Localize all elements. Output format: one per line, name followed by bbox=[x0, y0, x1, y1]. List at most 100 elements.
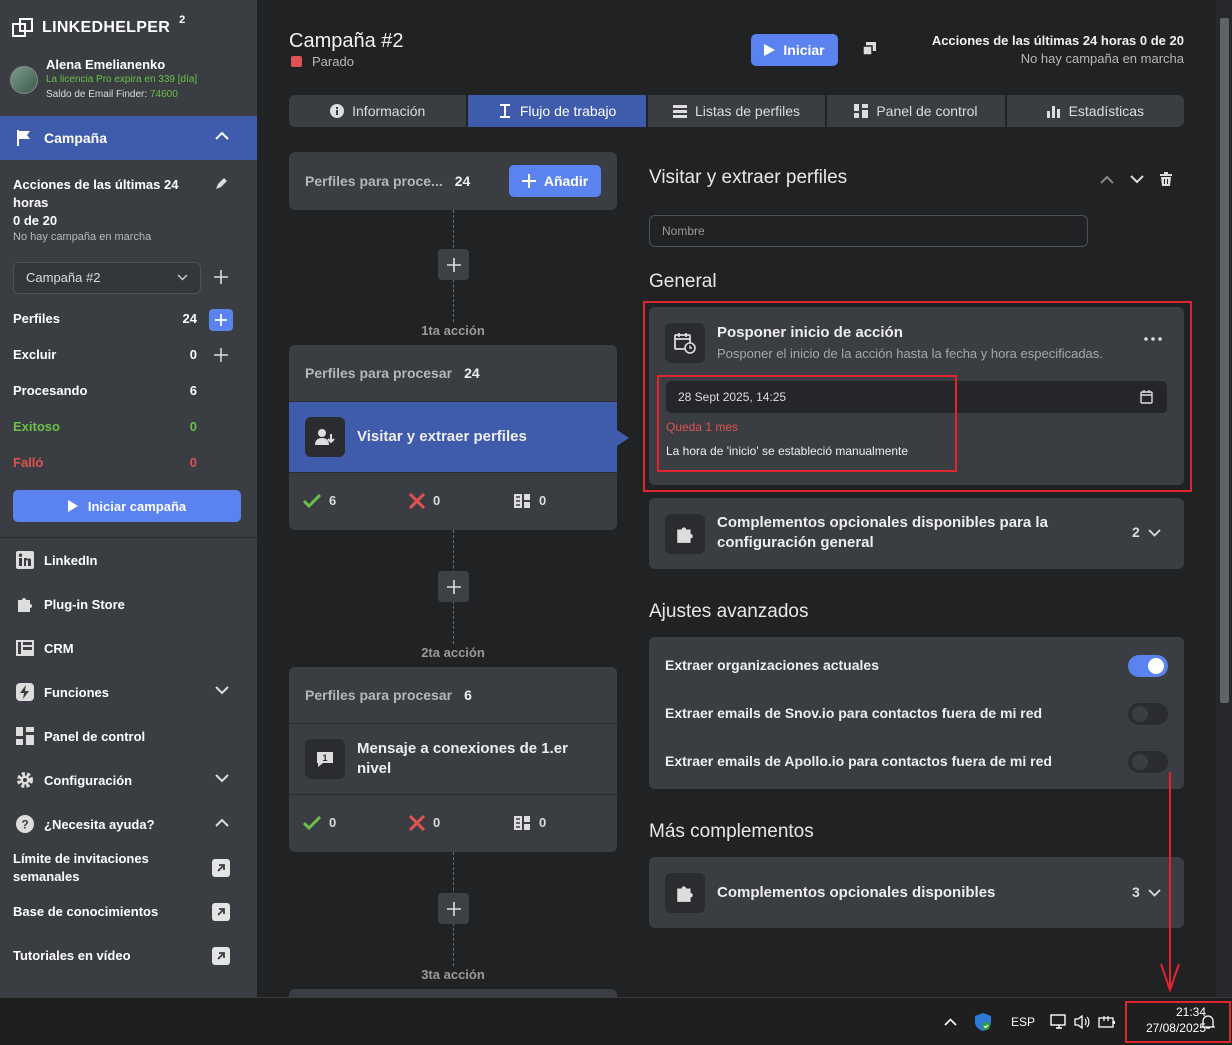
stat-exitoso: Exitoso 0 bbox=[13, 419, 197, 434]
nav-crm[interactable]: CRM bbox=[0, 626, 257, 670]
tab-flujo-trabajo[interactable]: Flujo de trabajo bbox=[468, 95, 646, 127]
more-plugins-heading: Más complementos bbox=[649, 821, 814, 842]
toggle-apollo-emails[interactable] bbox=[1128, 751, 1168, 773]
chevron-up-icon bbox=[215, 818, 229, 827]
pending-label: Perfiles para procesar bbox=[305, 687, 453, 703]
action-visit-extract[interactable]: Visitar y extraer perfiles bbox=[289, 401, 629, 473]
taskbar: ESP 21:34 27/08/2025 bbox=[0, 997, 1232, 1045]
plus-icon bbox=[446, 257, 461, 272]
campaign-section-label: Campaña bbox=[44, 130, 108, 146]
gear-icon bbox=[17, 772, 33, 788]
start-campaign-button[interactable]: Iniciar campaña bbox=[13, 490, 241, 522]
help-video-tutorials[interactable]: Tutoriales en vídeo bbox=[13, 947, 183, 965]
advanced-heading: Ajustes avanzados bbox=[649, 601, 809, 622]
nav-configuracion[interactable]: Configuración bbox=[0, 758, 257, 802]
toggle-row-organizations: Extraer organizaciones actuales bbox=[665, 655, 1168, 677]
pending-count: 6 bbox=[464, 687, 472, 703]
action-message-connections[interactable]: 1 Mensaje a conexiones de 1.er nivel bbox=[289, 723, 617, 795]
user-download-icon bbox=[305, 417, 345, 457]
optional-general-label: Complementos opcionales disponibles para… bbox=[717, 514, 1048, 551]
skipped-count: 0 bbox=[513, 493, 546, 509]
optional-general-panel[interactable]: Complementos opcionales disponibles para… bbox=[649, 498, 1184, 569]
svg-text:?: ? bbox=[21, 818, 28, 832]
action-card-1: Perfiles para procesar 24 Visitar y extra… bbox=[289, 345, 629, 530]
help-invitation-limit[interactable]: Límite de invitaciones semanales bbox=[13, 850, 183, 886]
svg-text:1: 1 bbox=[322, 753, 327, 763]
scrollbar-thumb[interactable] bbox=[1220, 18, 1229, 703]
advanced-panel: Extraer organizaciones actuales Extraer … bbox=[649, 637, 1184, 789]
x-icon bbox=[409, 492, 425, 509]
insert-action-button[interactable] bbox=[438, 249, 469, 280]
selection-pointer bbox=[617, 430, 629, 446]
stat-fallo: Falló 0 bbox=[13, 455, 197, 470]
trash-icon[interactable] bbox=[1160, 172, 1172, 186]
duplicate-icon[interactable] bbox=[862, 41, 877, 56]
chevron-down-icon bbox=[215, 774, 229, 783]
check-icon bbox=[303, 815, 321, 830]
external-link-icon[interactable] bbox=[212, 947, 230, 965]
action-name-input[interactable]: Nombre bbox=[649, 215, 1088, 247]
play-icon bbox=[764, 44, 776, 56]
network-icon[interactable] bbox=[1050, 1014, 1068, 1030]
highlight-box-clock bbox=[1125, 1001, 1231, 1043]
toggle-row-apollo: Extraer emails de Apollo.io para contact… bbox=[665, 751, 1168, 773]
chevron-up-icon bbox=[215, 131, 229, 140]
chevron-down-icon bbox=[215, 686, 229, 695]
nav-help[interactable]: ? ¿Necesita ayuda? bbox=[0, 802, 257, 846]
puzzle-icon bbox=[18, 598, 32, 612]
nav-linkedin[interactable]: LinkedIn bbox=[0, 538, 257, 582]
help-knowledge-base[interactable]: Base de conocimientos bbox=[13, 903, 183, 921]
user-name: Alena Emelianenko bbox=[46, 57, 166, 72]
step-label: 2ta acción bbox=[421, 645, 485, 660]
license-text: La licencia Pro expira en 339 [día] bbox=[46, 74, 198, 85]
campaign-select[interactable]: Campaña #2 bbox=[13, 262, 201, 294]
campaign-section-header[interactable]: Campaña bbox=[0, 116, 257, 160]
bar-chart-icon bbox=[1046, 106, 1060, 118]
add-profiles-button[interactable] bbox=[209, 309, 233, 331]
toggle-snov-emails[interactable] bbox=[1128, 703, 1168, 725]
security-shield-icon[interactable] bbox=[975, 1013, 991, 1031]
nav-funciones[interactable]: Funciones bbox=[0, 670, 257, 714]
tray-chevron-up-icon[interactable] bbox=[944, 1018, 957, 1026]
tab-informacion[interactable]: Información bbox=[289, 95, 467, 127]
actions-last-24h: Acciones de las últimas 24 horas 0 de 20 bbox=[13, 177, 179, 228]
plus-icon bbox=[446, 901, 461, 916]
chevron-up-icon[interactable] bbox=[1100, 175, 1114, 184]
start-button[interactable]: Iniciar bbox=[751, 34, 838, 66]
general-heading: General bbox=[649, 271, 717, 292]
plus-icon bbox=[446, 579, 461, 594]
action-card-2: Perfiles para procesar 6 1 Mensaje a cone… bbox=[289, 667, 617, 852]
chevron-down-icon[interactable] bbox=[1130, 174, 1144, 184]
nav-panel-control[interactable]: Panel de control bbox=[0, 714, 257, 758]
external-link-icon[interactable] bbox=[212, 859, 230, 877]
check-icon bbox=[303, 493, 321, 508]
optional-plugins-panel[interactable]: Complementos opcionales disponibles 3 bbox=[649, 857, 1184, 928]
logo-icon bbox=[12, 18, 33, 37]
external-link-icon[interactable] bbox=[212, 903, 230, 921]
no-campaign-running: No hay campaña en marcha bbox=[13, 231, 152, 243]
action-counts: 0 0 0 bbox=[289, 795, 617, 850]
insert-action-button[interactable] bbox=[438, 893, 469, 924]
tab-panel-control[interactable]: Panel de control bbox=[827, 95, 1005, 127]
language-indicator[interactable]: ESP bbox=[1011, 1015, 1035, 1029]
tab-estadisticas[interactable]: Estadísticas bbox=[1006, 95, 1185, 127]
nav-plugin-store[interactable]: Plug-in Store bbox=[0, 582, 257, 626]
add-campaign-icon[interactable] bbox=[213, 269, 229, 285]
toggle-row-snov: Extraer emails de Snov.io para contactos… bbox=[665, 703, 1168, 725]
toggle-extract-organizations[interactable] bbox=[1128, 655, 1168, 677]
edit-pencil-icon[interactable] bbox=[215, 177, 228, 190]
battery-icon[interactable] bbox=[1098, 1015, 1116, 1029]
success-count: 0 bbox=[303, 815, 336, 830]
add-exclude-icon[interactable] bbox=[214, 348, 228, 362]
step-label: 1ta acción bbox=[421, 323, 485, 338]
fail-count: 0 bbox=[409, 492, 440, 509]
flag-icon bbox=[17, 130, 30, 146]
tab-listas-perfiles[interactable]: Listas de perfiles bbox=[647, 95, 826, 127]
skipped-icon bbox=[514, 493, 530, 508]
avatar[interactable] bbox=[10, 66, 38, 94]
add-profiles-button[interactable]: Añadir bbox=[509, 165, 601, 197]
volume-icon[interactable] bbox=[1074, 1014, 1090, 1030]
stat-perfiles: Perfiles 24 bbox=[13, 311, 197, 326]
scrollbar[interactable] bbox=[1216, 0, 1232, 997]
insert-action-button[interactable] bbox=[438, 571, 469, 602]
